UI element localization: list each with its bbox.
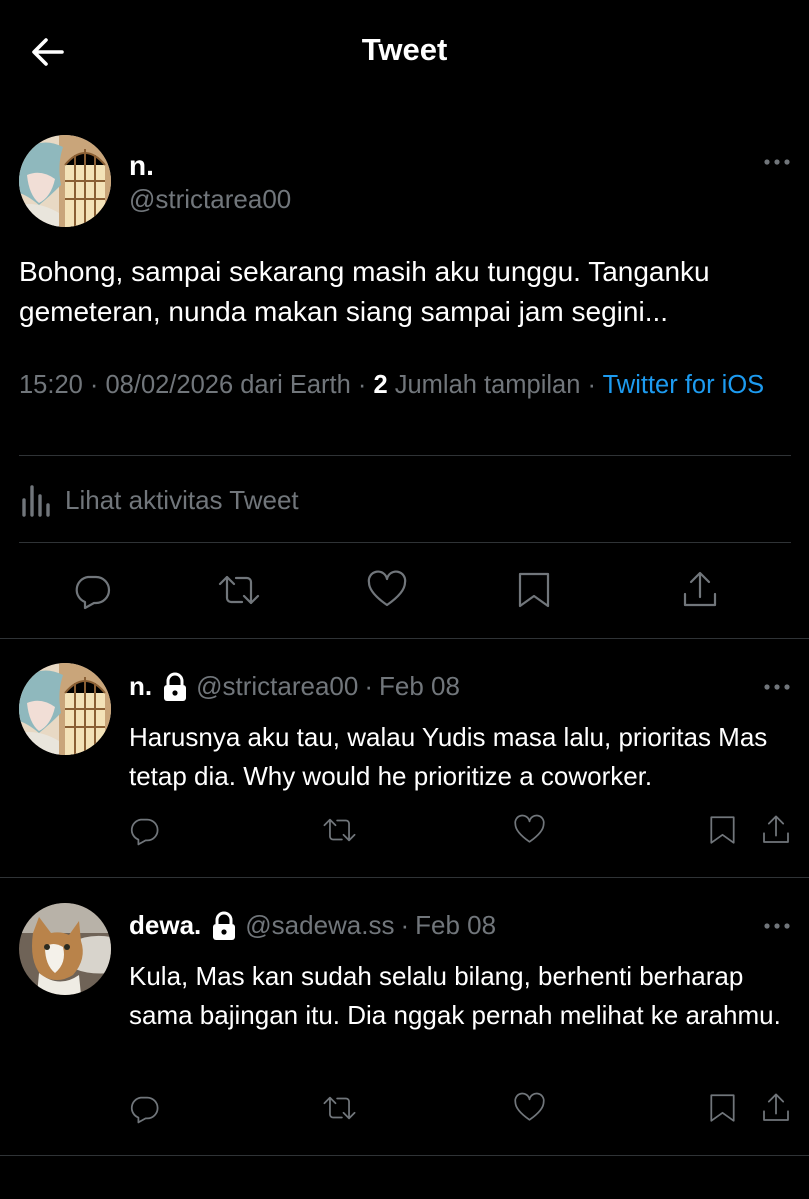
share-button[interactable]	[680, 570, 720, 610]
more-options-button[interactable]	[763, 922, 791, 930]
reply-date[interactable]: Feb 08	[415, 910, 496, 941]
reply-button[interactable]	[128, 814, 160, 846]
more-options-button[interactable]	[763, 683, 791, 691]
bookmark-button[interactable]	[708, 1092, 737, 1124]
reply-date[interactable]: Feb 08	[379, 671, 460, 702]
like-button[interactable]	[513, 814, 546, 846]
bookmark-button[interactable]	[516, 570, 552, 610]
more-horizontal-icon	[764, 159, 790, 165]
view-activity-link[interactable]: Lihat aktivitas Tweet	[19, 478, 299, 522]
divider	[0, 1155, 809, 1156]
avatar[interactable]	[19, 663, 111, 755]
heart-icon	[514, 1092, 545, 1121]
tweet-location: dari Earth	[240, 371, 351, 399]
reply-author-handle[interactable]: @sadewa.ss	[245, 910, 394, 941]
bar-chart-icon	[22, 485, 50, 517]
author-handle[interactable]: @strictarea00	[129, 184, 291, 215]
avatar-image	[19, 663, 111, 755]
avatar[interactable]	[19, 135, 111, 227]
source-link[interactable]: Twitter for iOS	[603, 371, 765, 399]
views-count: 2	[373, 371, 388, 399]
bookmark-icon	[710, 1094, 735, 1122]
divider	[19, 455, 791, 456]
like-button[interactable]	[366, 570, 408, 610]
heart-icon	[367, 570, 407, 607]
reply-icon	[130, 1096, 159, 1124]
avatar-image	[19, 903, 111, 995]
author-name[interactable]: n.	[129, 150, 154, 182]
more-options-button[interactable]	[763, 158, 791, 166]
tweet-text: Bohong, sampai sekarang masih aku tunggu…	[19, 256, 710, 327]
reply-author-handle[interactable]: @strictarea00	[196, 671, 358, 702]
retweet-icon	[323, 1096, 356, 1120]
like-button[interactable]	[513, 1092, 546, 1124]
heart-icon	[514, 814, 545, 843]
divider	[0, 638, 809, 639]
divider	[19, 542, 791, 543]
more-horizontal-icon	[764, 684, 790, 690]
reply-button[interactable]	[72, 570, 112, 610]
tweet-time: 15:20	[19, 371, 83, 399]
retweet-icon	[323, 818, 356, 842]
retweet-button[interactable]	[322, 1092, 357, 1124]
share-button[interactable]	[760, 1092, 792, 1124]
bookmark-button[interactable]	[708, 814, 737, 846]
tweet-date: 08/02/2026	[105, 371, 234, 399]
reply-text: Harusnya aku tau, walau Yudis masa lalu,…	[129, 722, 768, 791]
tweet-metadata: 15:20 · 08/02/2026 dari Earth · 2 Jumlah…	[19, 371, 765, 399]
bookmark-icon	[518, 572, 550, 608]
avatar[interactable]	[19, 903, 111, 995]
reply-author-name[interactable]: n.	[129, 671, 152, 702]
share-icon	[763, 1093, 789, 1121]
lock-icon	[162, 672, 188, 702]
lock-icon	[211, 911, 237, 941]
page-title: Tweet	[361, 32, 448, 67]
avatar-image	[19, 135, 111, 227]
bookmark-icon	[710, 816, 735, 844]
reply-button[interactable]	[128, 1092, 160, 1124]
retweet-icon	[218, 575, 260, 605]
reply-icon	[75, 575, 111, 610]
retweet-button[interactable]	[217, 570, 261, 610]
reply-icon	[130, 818, 159, 846]
share-icon	[683, 571, 717, 607]
share-button[interactable]	[760, 814, 792, 846]
more-horizontal-icon	[764, 923, 790, 929]
reply-text: Kula, Mas kan sudah selalu bilang, berhe…	[129, 961, 781, 1030]
share-icon	[763, 815, 789, 843]
view-activity-label: Lihat aktivitas Tweet	[65, 484, 299, 515]
views-label: Jumlah tampilan	[394, 371, 581, 399]
divider	[0, 877, 809, 878]
retweet-button[interactable]	[322, 814, 357, 846]
reply-header: n. @strictarea00 · Feb 08	[129, 671, 460, 702]
reply-header: dewa. @sadewa.ss · Feb 08	[129, 910, 497, 941]
reply-author-name[interactable]: dewa.	[129, 910, 201, 941]
